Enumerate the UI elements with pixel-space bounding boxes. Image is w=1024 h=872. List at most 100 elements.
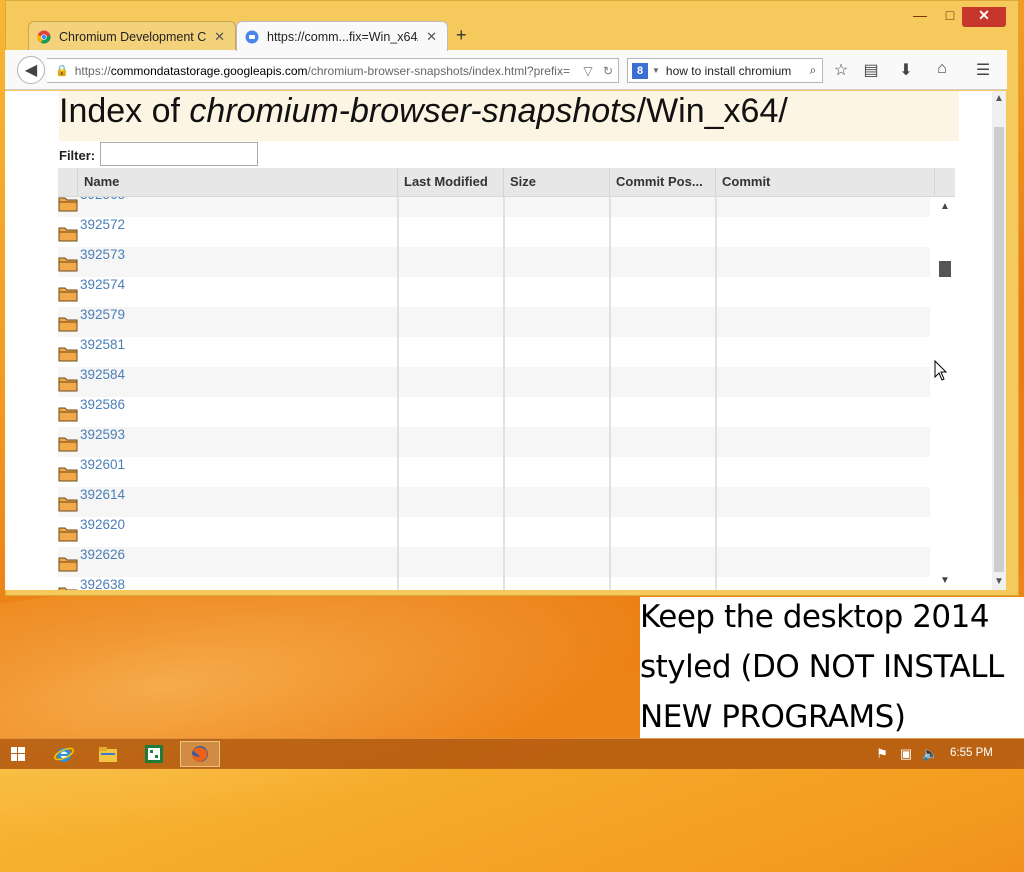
folder-icon — [58, 257, 78, 272]
tab-index-win-x64[interactable]: https://comm...fix=Win_x64/ ✕ — [236, 21, 448, 51]
column-header-name[interactable]: Name — [78, 168, 398, 196]
page-scroll-up-icon[interactable]: ▲ — [992, 93, 1006, 104]
tab-close-icon[interactable]: ✕ — [426, 29, 437, 45]
table-row[interactable]: 392601 — [58, 457, 930, 487]
column-header-commit-position[interactable]: Commit Pos... — [610, 168, 716, 196]
minimize-button[interactable]: — — [910, 7, 930, 27]
taskbar: ⚑ ▣ 🔈 6:55 PM — [0, 738, 1024, 769]
directory-link[interactable]: 392626 — [80, 547, 125, 562]
folder-icon — [58, 557, 78, 572]
table-row[interactable]: 392572 — [58, 217, 930, 247]
table-row[interactable]: 392581 — [58, 337, 930, 367]
ie-icon — [54, 747, 74, 762]
table-row[interactable]: 392573 — [58, 247, 930, 277]
url-text[interactable]: https://commondatastorage.googleapis.com… — [75, 64, 578, 78]
directory-link[interactable]: 392601 — [80, 457, 125, 472]
taskbar-clock[interactable]: 6:55 PM — [950, 747, 993, 759]
directory-link[interactable]: 392581 — [80, 337, 125, 352]
column-header-last-modified[interactable]: Last Modified — [398, 168, 504, 196]
menu-icon[interactable]: ☰ — [972, 60, 994, 80]
table-row[interactable]: 392568 — [58, 197, 930, 217]
start-button[interactable] — [4, 741, 32, 767]
download-icon[interactable]: ⬇ — [895, 60, 917, 80]
lock-icon: 🔒 — [55, 65, 69, 77]
directory-link[interactable]: 392584 — [80, 367, 125, 382]
directory-link[interactable]: 392614 — [80, 487, 125, 502]
grid-scroll-thumb[interactable] — [939, 261, 951, 277]
table-row[interactable]: 392593 — [58, 427, 930, 457]
search-bar[interactable]: 8 ▼ how to install chromium ⌕ — [627, 58, 823, 83]
taskbar-ie[interactable] — [44, 741, 84, 767]
column-divider — [715, 197, 717, 590]
reload-icon[interactable]: ↻ — [598, 64, 618, 78]
table-row[interactable]: 392614 — [58, 487, 930, 517]
table-row[interactable]: 392638 — [58, 577, 930, 590]
caption-overlay: Keep the desktop 2014 styled (DO NOT INS… — [640, 597, 1024, 739]
taskbar-firefox[interactable] — [180, 741, 220, 767]
new-tab-button[interactable]: + — [456, 25, 467, 46]
tab-close-icon[interactable]: ✕ — [214, 29, 225, 45]
grid-scrollbar[interactable]: ▲ ▼ — [935, 197, 955, 590]
table-row[interactable]: 392620 — [58, 517, 930, 547]
page-scroll-thumb[interactable] — [994, 127, 1004, 572]
folder-icon — [58, 287, 78, 302]
volume-muted-icon[interactable]: 🔈 — [922, 746, 938, 762]
folder-icon — [58, 317, 78, 332]
home-icon[interactable]: ⌂ — [931, 60, 953, 80]
flag-icon[interactable]: ⚑ — [874, 746, 890, 762]
file-explorer-icon — [99, 747, 117, 762]
scroll-down-icon[interactable]: ▼ — [935, 575, 955, 586]
chrome-favicon-icon — [37, 30, 51, 43]
directory-link[interactable]: 392638 — [80, 577, 125, 590]
folder-icon — [58, 197, 78, 212]
table-row[interactable]: 392579 — [58, 307, 930, 337]
page-content: Index of chromium-browser-snapshots/Win_… — [5, 91, 992, 590]
search-icon[interactable]: ⌕ — [804, 63, 822, 78]
reading-list-icon[interactable]: ▤ — [860, 60, 882, 80]
column-divider — [397, 197, 399, 590]
column-header-size[interactable]: Size — [504, 168, 610, 196]
maximize-button[interactable]: □ — [940, 7, 960, 27]
taskbar-file-explorer[interactable] — [88, 741, 128, 767]
caption-line: NEW PROGRAMS) — [640, 699, 906, 735]
page-title: Index of chromium-browser-snapshots/Win_… — [59, 92, 788, 130]
directory-link[interactable]: 392574 — [80, 277, 125, 292]
dropdown-arrow-icon[interactable]: ▽ — [578, 64, 598, 78]
mouse-cursor-icon — [934, 360, 948, 381]
folder-icon — [58, 587, 78, 590]
close-window-button[interactable]: ✕ — [962, 7, 1006, 27]
search-engine-icon[interactable]: 8 — [632, 62, 648, 79]
column-divider — [503, 197, 505, 590]
taskbar-excel[interactable] — [134, 741, 174, 767]
bookmark-star-icon[interactable]: ☆ — [830, 60, 852, 80]
engine-dropdown-icon[interactable]: ▼ — [652, 66, 660, 75]
directory-link[interactable]: 392593 — [80, 427, 125, 442]
page-scrollbar[interactable]: ▲ ▼ — [992, 91, 1006, 590]
navigation-toolbar: ◀ 🔒 https://commondatastorage.googleapis… — [5, 50, 1007, 90]
tab-chromium-development[interactable]: Chromium Development C... ✕ — [28, 21, 236, 51]
directory-link[interactable]: 392579 — [80, 307, 125, 322]
directory-link[interactable]: 392568 — [80, 197, 125, 202]
caption-line: Keep the desktop 2014 — [640, 599, 990, 635]
network-icon[interactable]: ▣ — [898, 746, 914, 762]
table-row[interactable]: 392584 — [58, 367, 930, 397]
directory-link[interactable]: 392586 — [80, 397, 125, 412]
page-scroll-down-icon[interactable]: ▼ — [992, 576, 1006, 587]
search-input[interactable]: how to install chromium — [666, 64, 804, 78]
table-row[interactable]: 392626 — [58, 547, 930, 577]
directory-link[interactable]: 392620 — [80, 517, 125, 532]
back-button[interactable]: ◀ — [17, 56, 45, 84]
filter-input[interactable] — [100, 142, 258, 166]
table-row[interactable]: 392574 — [58, 277, 930, 307]
column-header-commit[interactable]: Commit — [716, 168, 935, 196]
tab-title: Chromium Development C... — [59, 29, 207, 44]
folder-icon — [58, 407, 78, 422]
directory-link[interactable]: 392572 — [80, 217, 125, 232]
directory-link[interactable]: 392573 — [80, 247, 125, 262]
url-bar[interactable]: 🔒 https://commondatastorage.googleapis.c… — [47, 58, 619, 83]
scroll-up-icon[interactable]: ▲ — [935, 201, 955, 212]
table-row[interactable]: 392586 — [58, 397, 930, 427]
caption-line: styled (DO NOT INSTALL — [640, 649, 1004, 685]
folder-icon — [58, 347, 78, 362]
folder-icon — [58, 377, 78, 392]
